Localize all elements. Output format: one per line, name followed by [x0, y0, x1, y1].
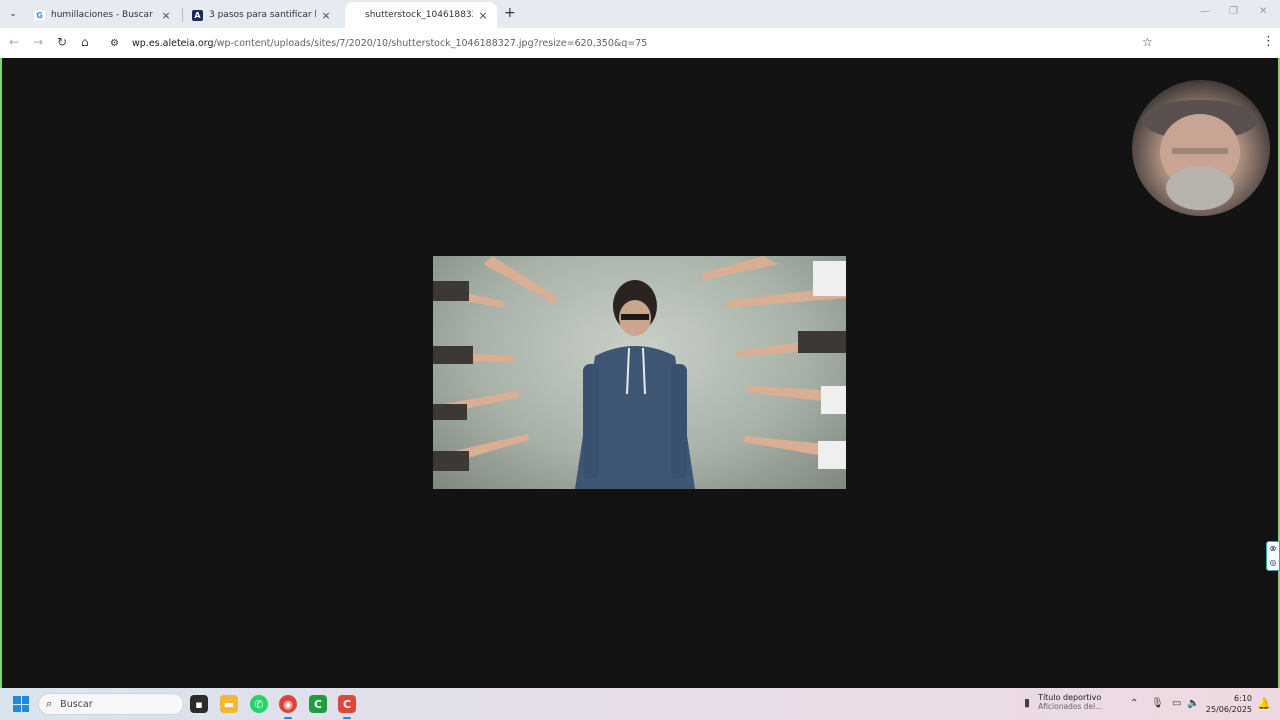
back-arrow-icon[interactable]: ←: [9, 35, 19, 49]
tab-divider: [182, 8, 183, 22]
camtasia-green-icon[interactable]: C: [309, 695, 327, 713]
camtasia-recorder-icon[interactable]: C: [338, 695, 356, 719]
close-tab-icon[interactable]: ×: [477, 9, 489, 22]
task-view-icon[interactable]: ▪: [190, 695, 208, 713]
clock-time: 6:10: [1234, 694, 1252, 703]
news-subtitle: Aficionados del...: [1038, 702, 1103, 711]
windows-taskbar: ⌕ Buscar ▪ ▬ ✆ ◉ C C ▮ Título deportivo …: [0, 688, 1280, 720]
close-window-icon[interactable]: ✕: [1259, 6, 1267, 17]
taskbar-search-input[interactable]: ⌕ Buscar: [38, 693, 184, 715]
address-bar[interactable]: ⚙ wp.es.aleteia.org/wp-content/uploads/s…: [104, 32, 1164, 54]
page-viewport: ⊗ ◎: [2, 58, 1280, 688]
chrome-icon[interactable]: ◉: [279, 695, 297, 719]
tab-strip: ⌄ G humillaciones - Buscar con Goo × A 3…: [0, 0, 1280, 28]
tab-title: 3 pasos para santificar las humi: [209, 10, 316, 20]
network-icon[interactable]: ▭: [1172, 698, 1181, 709]
displayed-image: [433, 256, 846, 489]
tab-title: shutterstock_1046188327.jpg (6: [365, 10, 473, 20]
close-circle-icon[interactable]: ⊗: [1267, 542, 1279, 556]
browser-menu-icon[interactable]: ⋮: [1262, 34, 1275, 49]
tab-aleteia-article[interactable]: A 3 pasos para santificar las humi ×: [184, 2, 340, 28]
google-g-icon: G: [34, 9, 45, 21]
aleteia-a-icon: A: [192, 9, 203, 21]
new-tab-button[interactable]: +: [504, 6, 516, 20]
minimize-icon[interactable]: —: [1200, 6, 1210, 17]
url-host: wp.es.aleteia.org: [132, 37, 214, 49]
bookmark-star-icon[interactable]: ☆: [1142, 35, 1153, 49]
tab-shutterstock-image[interactable]: shutterstock_1046188327.jpg (6 ×: [345, 2, 497, 28]
tab-google-search[interactable]: G humillaciones - Buscar con Goo ×: [26, 2, 180, 28]
news-sport-icon: ▮: [1024, 695, 1031, 709]
webcam-overlay: [1132, 80, 1270, 216]
tab-title: humillaciones - Buscar con Goo: [51, 10, 156, 20]
search-placeholder: Buscar: [60, 698, 93, 710]
url-path: /wp-content/uploads/sites/7/2020/10/shut…: [213, 37, 648, 49]
browser-toolbar: ← → ↻ ⌂ ⚙ wp.es.aleteia.org/wp-content/u…: [0, 28, 1280, 58]
news-title: Título deportivo: [1038, 693, 1102, 702]
file-explorer-icon[interactable]: ▬: [220, 695, 238, 713]
microphone-icon[interactable]: 🎙: [1151, 698, 1164, 709]
volume-icon[interactable]: 🔈: [1187, 698, 1199, 709]
forward-arrow-icon[interactable]: →: [33, 35, 43, 49]
news-widget[interactable]: ▮ Título deportivo Aficionados del...: [1024, 693, 1102, 711]
target-icon[interactable]: ◎: [1267, 556, 1279, 570]
notification-bell-icon[interactable]: 🔔: [1257, 697, 1271, 710]
close-tab-icon[interactable]: ×: [160, 9, 172, 22]
reload-icon[interactable]: ↻: [57, 35, 67, 49]
clock-date: 25/06/2025: [1205, 705, 1252, 714]
tab-search-menu-icon[interactable]: ⌄: [5, 6, 21, 22]
presenter-face-icon: [1142, 100, 1258, 210]
restore-icon[interactable]: ❐: [1229, 6, 1238, 17]
tray-overflow-chevron-icon[interactable]: ⌃: [1130, 698, 1138, 709]
close-tab-icon[interactable]: ×: [320, 9, 332, 22]
windows-start-icon[interactable]: [13, 696, 29, 712]
url-text: wp.es.aleteia.org/wp-content/uploads/sit…: [132, 38, 647, 49]
whatsapp-icon[interactable]: ✆: [250, 695, 268, 713]
side-panel-widget[interactable]: ⊗ ◎: [1266, 541, 1280, 571]
system-clock[interactable]: 6:10 25/06/2025: [1200, 693, 1252, 715]
site-info-icon[interactable]: ⚙: [110, 38, 124, 49]
home-icon[interactable]: ⌂: [81, 35, 89, 49]
photo-pointing-fingers-icon: [433, 256, 846, 489]
search-icon: ⌕: [46, 697, 53, 710]
